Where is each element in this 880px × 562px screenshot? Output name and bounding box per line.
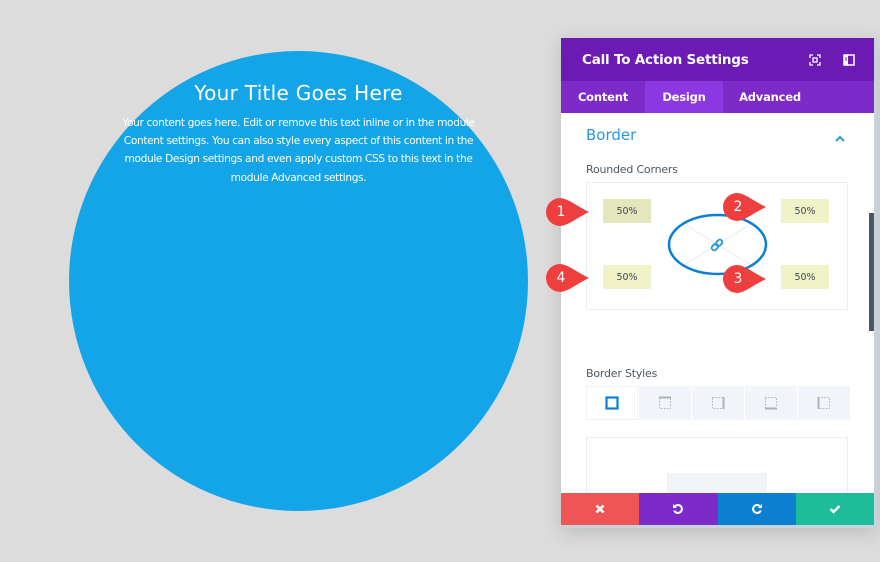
save-button[interactable]: [795, 493, 874, 525]
border-right-icon: [712, 397, 725, 409]
call-to-action-module[interactable]: Your Title Goes Here Your content goes h…: [69, 51, 528, 511]
section-title-border[interactable]: Border: [586, 126, 636, 144]
undo-button[interactable]: [639, 493, 718, 525]
border-style-left[interactable]: [798, 386, 850, 420]
annotation-marker-1: 1: [545, 197, 589, 227]
rounded-corners-control: [586, 182, 848, 310]
expand-icon[interactable]: [808, 53, 822, 67]
border-top-icon: [659, 396, 671, 409]
redo-button[interactable]: [717, 493, 796, 525]
border-left-icon: [817, 397, 830, 409]
annotation-label: 2: [733, 199, 743, 215]
border-style-preview: [586, 437, 848, 493]
border-styles-selector: [586, 386, 851, 420]
border-preview-shape: [667, 473, 767, 493]
link-icon[interactable]: [709, 237, 725, 253]
border-bottom-icon: [765, 397, 777, 410]
tab-design[interactable]: Design: [645, 81, 723, 113]
top-right-radius-input[interactable]: [781, 199, 829, 223]
annotation-label: 1: [556, 204, 566, 220]
tab-content[interactable]: Content: [561, 81, 645, 113]
border-style-right[interactable]: [692, 386, 744, 420]
sidebar-toggle-icon[interactable]: [842, 53, 856, 67]
annotation-label: 4: [556, 270, 566, 286]
border-style-all-sides[interactable]: [586, 386, 638, 420]
panel-body: Border Rounded Corners 50% 50% 50% 50% B…: [561, 113, 874, 493]
annotation-marker-4: 4: [545, 263, 589, 293]
annotation-label: 3: [733, 271, 743, 287]
border-style-top[interactable]: [639, 386, 691, 420]
settings-tabs: Content Design Advanced: [561, 81, 874, 113]
close-icon: [595, 504, 605, 514]
panel-scrollbar[interactable]: [869, 213, 874, 331]
check-icon: [829, 505, 841, 514]
cta-body-text[interactable]: Your content goes here. Edit or remove t…: [119, 114, 478, 187]
settings-panel: Call To Action Settings Content Design A…: [561, 38, 877, 528]
bottom-right-radius-input[interactable]: [781, 265, 829, 289]
border-all-icon: [605, 396, 619, 410]
cta-title[interactable]: Your Title Goes Here: [69, 81, 528, 105]
panel-header[interactable]: Call To Action Settings: [561, 38, 874, 81]
panel-footer: [561, 493, 874, 525]
redo-icon: [751, 503, 762, 514]
bottom-left-radius-input[interactable]: [603, 265, 651, 289]
top-left-radius-input[interactable]: [603, 199, 651, 223]
border-styles-label: Border Styles: [586, 367, 658, 380]
panel-title: Call To Action Settings: [582, 51, 749, 68]
annotation-marker-3: 3: [722, 264, 766, 294]
rounded-corners-label: Rounded Corners: [586, 163, 678, 176]
undo-icon: [673, 503, 684, 514]
cancel-button[interactable]: [561, 493, 640, 525]
chevron-up-icon[interactable]: [834, 129, 846, 142]
annotation-marker-2: 2: [722, 192, 766, 222]
border-style-bottom[interactable]: [745, 386, 797, 420]
tab-advanced[interactable]: Advanced: [723, 81, 817, 113]
